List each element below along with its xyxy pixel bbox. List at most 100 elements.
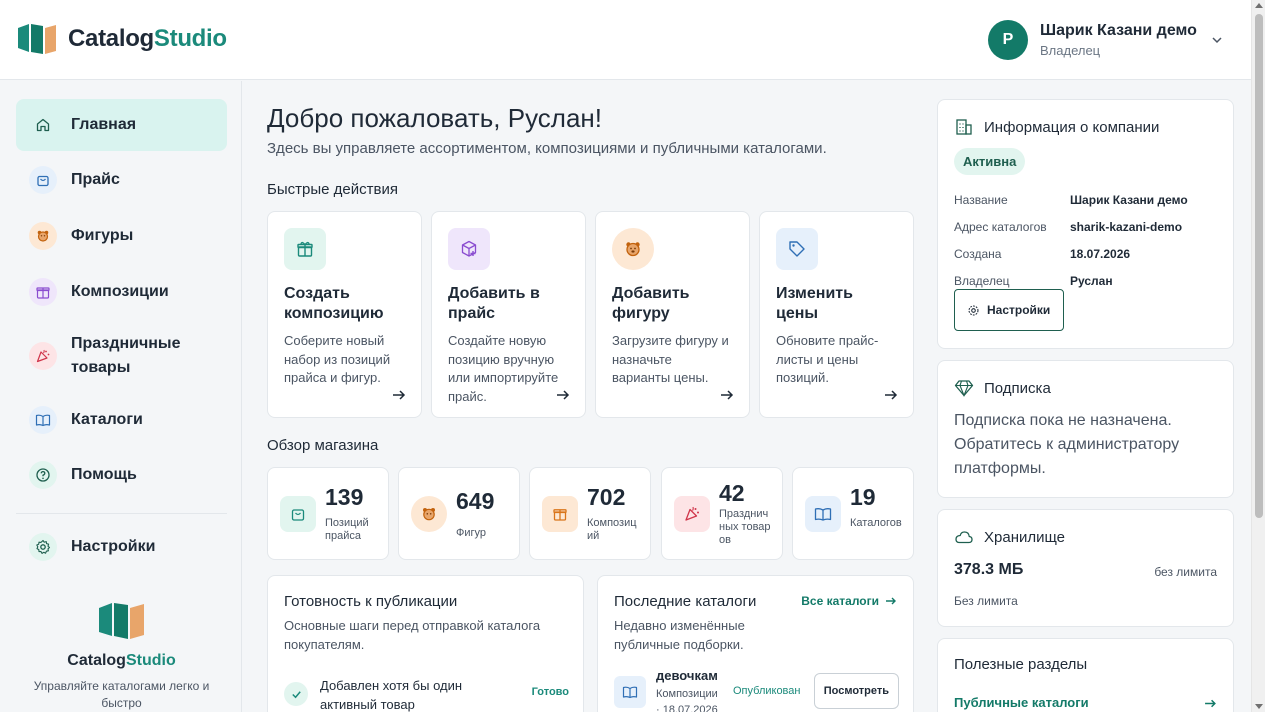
gear-icon bbox=[29, 533, 57, 561]
quick-action-title: Добавить фигуру bbox=[612, 285, 690, 322]
quick-action-title: Создать композицию bbox=[284, 285, 384, 322]
public-catalogs-link[interactable]: Публичные каталоги bbox=[954, 695, 1217, 710]
catalog-name[interactable]: девочкам bbox=[656, 668, 718, 683]
stat-value: 649 bbox=[456, 488, 495, 514]
sidebar-item-figures[interactable]: Фигуры bbox=[16, 210, 227, 262]
diamond-icon bbox=[954, 380, 974, 397]
stat-card-compositions[interactable]: 702 Композиций bbox=[529, 467, 651, 560]
stat-card-price[interactable]: 139 Позиций прайса bbox=[267, 467, 389, 560]
sidebar-divider bbox=[16, 513, 227, 514]
arrow-right-icon bbox=[886, 597, 896, 605]
stat-label: Фигур bbox=[456, 527, 487, 539]
all-catalogs-label: Все каталоги bbox=[801, 594, 879, 608]
stat-label: Каталогов bbox=[850, 517, 902, 529]
arrow-right-icon bbox=[393, 390, 406, 400]
sidebar-item-label: Композиции bbox=[71, 283, 169, 300]
user-role: Владелец bbox=[1040, 43, 1101, 58]
arrow-right-icon bbox=[885, 390, 898, 400]
readiness-item-text: Добавлен хотя бы один активный товар bbox=[320, 678, 463, 712]
sidebar-item-home[interactable]: Главная bbox=[16, 99, 227, 151]
quick-action-create-composition[interactable]: Создать композицию Соберите новый набор … bbox=[267, 211, 422, 418]
company-field-value: sharik-kazani-demo bbox=[1070, 220, 1183, 234]
quick-action-add-price[interactable]: Добавить в прайс Создайте новую позицию … bbox=[431, 211, 586, 418]
company-settings-button[interactable]: Настройки bbox=[954, 289, 1064, 331]
stat-value: 42 bbox=[719, 480, 745, 506]
bear-icon bbox=[411, 496, 447, 532]
scrollbar[interactable] bbox=[1251, 0, 1265, 712]
shopping-bag-icon bbox=[280, 496, 316, 532]
sidebar-item-settings[interactable]: Настройки bbox=[16, 521, 227, 573]
quick-action-change-prices[interactable]: Изменить цены Обновите прайс-листы и цен… bbox=[759, 211, 914, 418]
party-popper-icon bbox=[674, 496, 710, 532]
storage-note: Без лимита bbox=[954, 594, 1018, 608]
company-info-card: Информация о компании Активна Название Ш… bbox=[937, 99, 1234, 349]
company-field-label: Название bbox=[954, 193, 1008, 207]
overview-title: Обзор магазина bbox=[267, 437, 379, 454]
gift-icon bbox=[542, 496, 578, 532]
avatar: Р bbox=[988, 20, 1028, 60]
stat-value: 139 bbox=[325, 484, 364, 510]
scroll-down-arrow[interactable] bbox=[1255, 704, 1263, 709]
quick-action-title: Изменить цены bbox=[776, 285, 853, 322]
arrow-right-icon bbox=[1205, 699, 1216, 708]
sidebar-item-help[interactable]: Помощь bbox=[16, 449, 227, 501]
sidebar-brand-name: CatalogStudio bbox=[67, 652, 176, 669]
useful-sections-card: Полезные разделы Публичные каталоги bbox=[937, 638, 1234, 712]
book-open-icon bbox=[805, 496, 841, 532]
storage-limit: без лимита bbox=[1154, 565, 1217, 579]
stat-value: 19 bbox=[850, 484, 876, 510]
page-title: Добро пожаловать, Руслан! bbox=[267, 103, 602, 133]
stat-label: Праздничных товаров bbox=[719, 508, 771, 546]
arrow-right-icon bbox=[721, 390, 734, 400]
user-menu[interactable]: Р Шарик Казани демо Владелец bbox=[988, 20, 1223, 60]
storage-title: Хранилище bbox=[984, 528, 1065, 546]
view-catalog-button[interactable]: Посмотреть bbox=[813, 673, 899, 709]
user-name: Шарик Казани демо bbox=[1040, 22, 1197, 39]
company-info-title: Информация о компании bbox=[984, 118, 1160, 136]
help-circle-icon bbox=[29, 461, 57, 489]
all-catalogs-link[interactable]: Все каталоги bbox=[801, 594, 897, 608]
logo-icon bbox=[18, 24, 56, 54]
quick-action-add-figure[interactable]: Добавить фигуру Загрузите фигуру и назна… bbox=[595, 211, 750, 418]
book-open-icon bbox=[29, 406, 57, 434]
status-badge: Активна bbox=[954, 148, 1026, 175]
recent-catalogs-panel: Последние каталоги Все каталоги Недавно … bbox=[597, 575, 914, 712]
quick-action-desc: Создайте новую позицию вручную или импор… bbox=[448, 333, 559, 404]
sidebar-item-price[interactable]: Прайс bbox=[16, 154, 227, 206]
check-icon bbox=[284, 682, 308, 706]
quick-actions-title: Быстрые действия bbox=[267, 181, 398, 198]
app-logo[interactable]: CatalogStudio bbox=[18, 22, 227, 56]
scroll-thumb[interactable] bbox=[1255, 14, 1263, 518]
sidebar-item-label: Главная bbox=[71, 116, 137, 133]
gear-icon bbox=[968, 305, 979, 315]
box-plus-icon bbox=[448, 228, 490, 270]
stat-card-figures[interactable]: 649 Фигур bbox=[398, 467, 520, 560]
gift-icon bbox=[29, 278, 57, 306]
chevron-down-icon[interactable] bbox=[1211, 34, 1223, 46]
company-field-value: 18.07.2026 bbox=[1070, 247, 1131, 261]
sidebar-item-compositions[interactable]: Композиции bbox=[16, 266, 227, 318]
subscription-title: Подписка bbox=[984, 379, 1051, 397]
shopping-bag-icon bbox=[29, 166, 57, 194]
storage-card: Хранилище 378.3 МБ без лимита Без лимита bbox=[937, 509, 1234, 627]
useful-sections-title: Полезные разделы bbox=[954, 656, 1088, 673]
sidebar-item-label: Каталоги bbox=[71, 411, 143, 428]
home-icon bbox=[29, 111, 57, 139]
catalog-meta: Композиции · 18.07.2026 bbox=[656, 688, 718, 712]
bear-icon bbox=[29, 222, 57, 250]
company-field-label: Создана bbox=[954, 247, 1002, 261]
sidebar-item-holiday[interactable]: Праздничные товары bbox=[16, 322, 227, 390]
catalog-row: девочкам Композиции · 18.07.2026 Опублик… bbox=[614, 668, 899, 712]
stat-label: Позиций прайса bbox=[325, 517, 369, 542]
recent-catalogs-title: Последние каталоги bbox=[614, 593, 757, 610]
arrow-right-icon bbox=[557, 390, 570, 400]
stat-card-holiday[interactable]: 42 Праздничных товаров bbox=[661, 467, 783, 560]
sidebar-brand: CatalogStudio Управляйте каталогами легк… bbox=[16, 601, 227, 712]
sidebar-item-label: Настройки bbox=[71, 538, 156, 555]
sidebar-item-catalogs[interactable]: Каталоги bbox=[16, 394, 227, 446]
readiness-item-status: Готово bbox=[531, 686, 569, 698]
quick-action-desc: Загрузите фигуру и назначьте варианты це… bbox=[612, 333, 729, 385]
stat-card-catalogs[interactable]: 19 Каталогов bbox=[792, 467, 914, 560]
subscription-text: Подписка пока не назначена. Обратитесь к… bbox=[954, 412, 1180, 477]
scroll-up-arrow[interactable] bbox=[1255, 3, 1263, 8]
